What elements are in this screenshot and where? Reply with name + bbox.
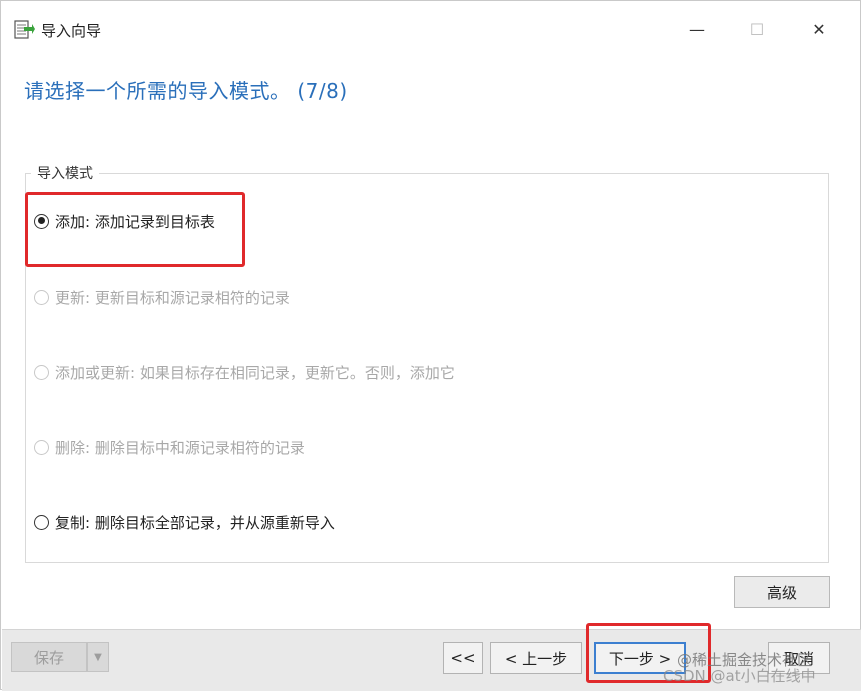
watermark-csdn: CSDN @at小白在线中 — [663, 667, 816, 685]
option-delete-label: 删除: 删除目标中和源记录相符的记录 — [55, 438, 305, 457]
option-copy-label: 复制: 删除目标全部记录，并从源重新导入 — [55, 513, 335, 532]
import-mode-legend: 导入模式 — [31, 163, 99, 183]
option-update-label: 更新: 更新目标和源记录相符的记录 — [55, 288, 290, 307]
first-step-button[interactable]: << — [443, 642, 483, 674]
option-copy[interactable]: 复制: 删除目标全部记录，并从源重新导入 — [34, 511, 335, 533]
radio-copy[interactable] — [34, 514, 49, 530]
page-title: 请选择一个所需的导入模式。 (7/8) — [24, 79, 348, 103]
option-update: 更新: 更新目标和源记录相符的记录 — [34, 286, 290, 308]
advanced-button[interactable]: 高级 — [734, 576, 830, 608]
title-bar: 导入向导 — ☐ ✕ — [1, 1, 860, 59]
radio-update — [34, 289, 49, 305]
option-delete: 删除: 删除目标中和源记录相符的记录 — [34, 436, 305, 458]
annotation-highlight-append — [25, 192, 245, 267]
previous-step-button[interactable]: < 上一步 — [490, 642, 582, 674]
minimize-button[interactable]: — — [675, 11, 719, 47]
import-wizard-icon — [14, 20, 35, 39]
option-append-or-update: 添加或更新: 如果目标存在相同记录，更新它。否则，添加它 — [34, 361, 455, 383]
window-title: 导入向导 — [41, 22, 102, 40]
maximize-button[interactable]: ☐ — [735, 11, 779, 47]
import-wizard-window: 导入向导 — ☐ ✕ 请选择一个所需的导入模式。 (7/8) 导入模式 添加: … — [0, 0, 861, 691]
radio-delete — [34, 439, 49, 455]
option-append-or-update-label: 添加或更新: 如果目标存在相同记录，更新它。否则，添加它 — [55, 363, 455, 382]
save-dropdown-button[interactable]: ▼ — [87, 642, 109, 672]
close-button[interactable]: ✕ — [797, 11, 841, 47]
save-button[interactable]: 保存 — [11, 642, 87, 672]
radio-append-or-update — [34, 364, 49, 380]
